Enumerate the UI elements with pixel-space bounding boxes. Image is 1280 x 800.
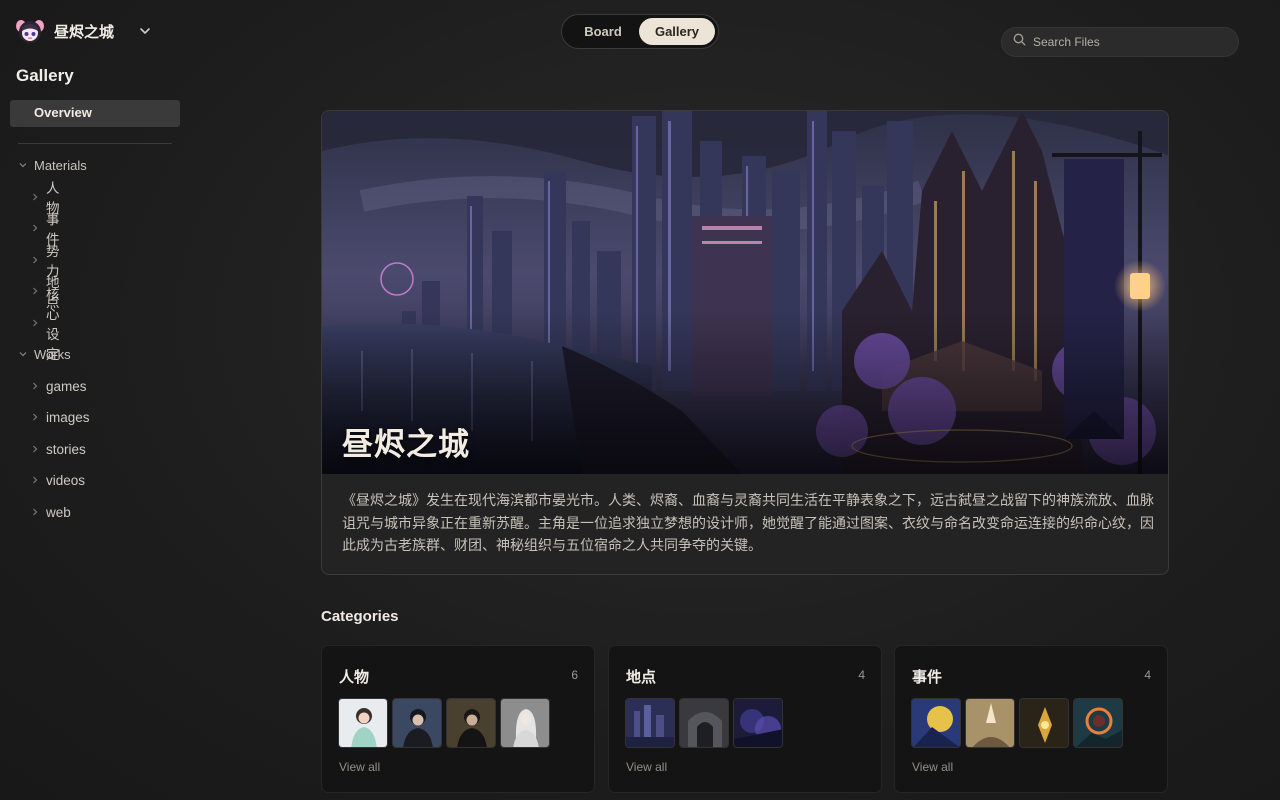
tree-item-label: images <box>46 409 90 425</box>
category-card-events[interactable]: 事件 4 View all <box>894 645 1168 793</box>
tab-gallery[interactable]: Gallery <box>639 18 715 45</box>
thumbnail-image[interactable] <box>1073 698 1123 748</box>
tree-folder-works[interactable]: Works <box>18 344 71 364</box>
tree-item-label: web <box>46 504 71 520</box>
tab-board[interactable]: Board <box>567 18 639 45</box>
category-name: 事件 <box>912 669 943 686</box>
thumbnail-image[interactable] <box>446 698 496 748</box>
chevron-right-icon <box>30 507 40 517</box>
thumbnail-image[interactable] <box>625 698 675 748</box>
thumbnail-image[interactable] <box>911 698 961 748</box>
workspace-name: 昼烬之城 <box>54 23 115 41</box>
thumbnail-image[interactable] <box>500 698 550 748</box>
chevron-right-icon <box>30 223 40 233</box>
view-toggle: Board Gallery <box>561 14 719 49</box>
tree-item-label: videos <box>46 472 86 488</box>
tree-item-videos[interactable]: videos <box>30 470 85 490</box>
chevron-down-icon <box>18 349 28 359</box>
tree-folder-label: Materials <box>34 157 87 173</box>
tree-folder-materials[interactable]: Materials <box>18 155 87 175</box>
tree-item-images[interactable]: images <box>30 407 90 427</box>
tree-item-characters[interactable]: 人物 <box>30 181 60 216</box>
category-count: 4 <box>1144 668 1151 682</box>
chevron-right-icon <box>30 475 40 485</box>
sidebar-item-overview[interactable]: Overview <box>10 100 180 127</box>
chevron-right-icon <box>30 318 40 328</box>
tree-item-games[interactable]: games <box>30 376 87 396</box>
tree-item-factions[interactable]: 势力 <box>30 244 60 279</box>
search-input[interactable] <box>1033 35 1223 49</box>
workspace-switcher[interactable]: 昼烬之城 <box>16 18 152 44</box>
categories-heading: Categories <box>321 608 399 625</box>
tree-item-stories[interactable]: stories <box>30 439 86 459</box>
search-box <box>1001 27 1239 57</box>
category-card-characters[interactable]: 人物 6 View all <box>321 645 595 793</box>
tree-item-core-settings[interactable]: 核心设定 <box>30 287 60 362</box>
anime-mascot-logo-icon <box>16 18 44 44</box>
category-thumbnails <box>625 698 783 748</box>
chevron-right-icon <box>30 286 40 296</box>
category-name: 人物 <box>339 669 370 686</box>
chevron-right-icon <box>30 381 40 391</box>
tree-item-label: stories <box>46 441 86 457</box>
view-all-link[interactable]: View all <box>339 760 380 774</box>
category-count: 6 <box>571 668 578 682</box>
hero-description: 《昼烬之城》发生在现代海滨都市晏光市。人类、烬裔、血裔与灵裔共同生活在平静表象之… <box>342 492 1154 553</box>
tree-item-web[interactable]: web <box>30 502 71 522</box>
sidebar-divider <box>18 143 172 144</box>
thumbnail-image[interactable] <box>1019 698 1069 748</box>
chevron-right-icon <box>30 192 40 202</box>
thumbnail-image[interactable] <box>679 698 729 748</box>
category-name: 地点 <box>626 669 657 686</box>
category-thumbnails <box>911 698 1123 748</box>
thumbnail-image[interactable] <box>338 698 388 748</box>
tree-item-label: games <box>46 378 87 394</box>
chevron-down-icon[interactable] <box>138 24 152 38</box>
view-all-link[interactable]: View all <box>626 760 667 774</box>
category-thumbnails <box>338 698 550 748</box>
tree-item-events[interactable]: 事件 <box>30 212 60 247</box>
hero-card[interactable]: 昼烬之城 《昼烬之城》发生在现代海滨都市晏光市。人类、烬裔、血裔与灵裔共同生活在… <box>321 110 1169 575</box>
chevron-right-icon <box>30 255 40 265</box>
chevron-right-icon <box>30 412 40 422</box>
tree-folder-label: Works <box>34 346 71 362</box>
sidebar: 昼烬之城 Gallery Overview Materials 人物 事件 势力… <box>0 0 190 800</box>
sidebar-title: Gallery <box>16 66 74 85</box>
hero-title: 昼烬之城 <box>342 427 470 462</box>
chevron-right-icon <box>30 444 40 454</box>
thumbnail-image[interactable] <box>392 698 442 748</box>
search-icon <box>1013 33 1026 51</box>
category-card-locations[interactable]: 地点 4 View all <box>608 645 882 793</box>
category-count: 4 <box>858 668 865 682</box>
thumbnail-image[interactable] <box>733 698 783 748</box>
thumbnail-image[interactable] <box>965 698 1015 748</box>
view-all-link[interactable]: View all <box>912 760 953 774</box>
chevron-down-icon <box>18 160 28 170</box>
